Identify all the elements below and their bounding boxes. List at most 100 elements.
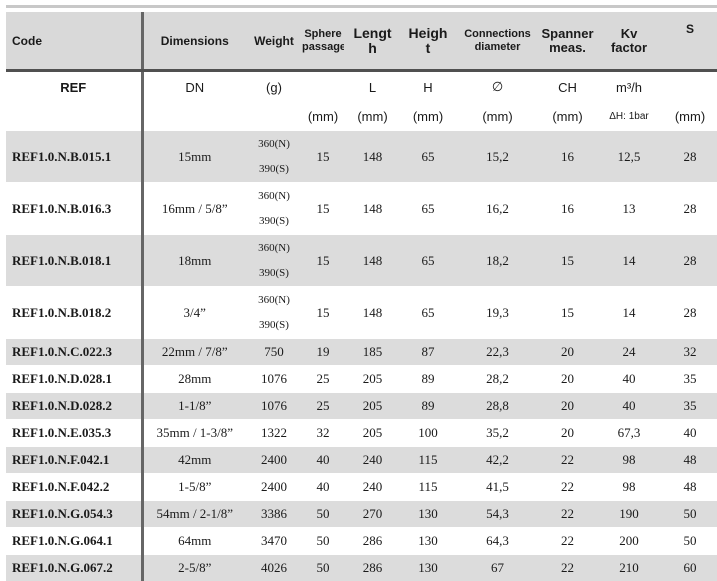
cell-s: 35 xyxy=(663,393,717,420)
cell-weight-s: 390(S) xyxy=(246,157,302,182)
cell-conn: 28,8 xyxy=(455,393,540,420)
unit-height: (mm) xyxy=(401,102,455,131)
cell-s: 50 xyxy=(663,501,717,528)
cell-weight-s: 390(S) xyxy=(246,261,302,286)
cell-length: 148 xyxy=(344,183,401,235)
cell-spanner: 22 xyxy=(540,474,595,501)
cell-height: 65 xyxy=(401,235,455,287)
table-row: REF1.0.N.E.035.335mm / 1-3/8”13223220510… xyxy=(6,420,717,447)
cell-kv: 67,3 xyxy=(595,420,663,447)
cell-kv: 98 xyxy=(595,447,663,474)
cell-dim: 18mm xyxy=(142,235,246,287)
cell-conn: 64,3 xyxy=(455,528,540,555)
cell-weight: 360(N)390(S) xyxy=(246,235,302,287)
cell-s: 48 xyxy=(663,474,717,501)
cell-conn: 67 xyxy=(455,555,540,581)
unit-code xyxy=(6,102,142,131)
cell-length: 286 xyxy=(344,528,401,555)
cell-dim: 2-5/8” xyxy=(142,555,246,581)
cell-conn: 16,2 xyxy=(455,183,540,235)
cell-weight: 2400 xyxy=(246,474,302,501)
cell-sphere: 25 xyxy=(302,366,344,393)
cell-dim: 64mm xyxy=(142,528,246,555)
cell-conn: 42,2 xyxy=(455,447,540,474)
cell-dim: 16mm / 5/8” xyxy=(142,183,246,235)
cell-code: REF1.0.N.D.028.1 xyxy=(6,366,142,393)
cell-weight: 1322 xyxy=(246,420,302,447)
cell-length: 240 xyxy=(344,447,401,474)
cell-weight: 360(N)390(S) xyxy=(246,131,302,183)
spec-table: Code Dimensions Weight Spherepassage Len… xyxy=(6,12,717,581)
cell-sphere: 15 xyxy=(302,183,344,235)
cell-kv: 40 xyxy=(595,366,663,393)
cell-sphere: 40 xyxy=(302,474,344,501)
cell-kv: 13 xyxy=(595,183,663,235)
cell-height: 87 xyxy=(401,339,455,366)
cell-dim: 15mm xyxy=(142,131,246,183)
cell-code: REF1.0.N.D.028.2 xyxy=(6,393,142,420)
cell-kv: 40 xyxy=(595,393,663,420)
cell-code: REF1.0.N.B.016.3 xyxy=(6,183,142,235)
cell-s: 35 xyxy=(663,366,717,393)
cell-s: 48 xyxy=(663,447,717,474)
cell-code: REF1.0.N.B.018.2 xyxy=(6,287,142,339)
cell-height: 100 xyxy=(401,420,455,447)
cell-weight-n: 360(N) xyxy=(246,288,302,313)
col-header-length: Length xyxy=(344,12,401,69)
cell-weight-n: 360(N) xyxy=(246,184,302,209)
cell-height: 130 xyxy=(401,528,455,555)
cell-sphere: 50 xyxy=(302,555,344,581)
unit-g xyxy=(246,102,302,131)
cell-spanner: 15 xyxy=(540,235,595,287)
table-row: REF1.0.N.C.022.322mm / 7/8”750191858722,… xyxy=(6,339,717,366)
cell-sphere: 15 xyxy=(302,287,344,339)
cell-length: 240 xyxy=(344,474,401,501)
cell-length: 148 xyxy=(344,235,401,287)
cell-s: 32 xyxy=(663,339,717,366)
cell-s: 28 xyxy=(663,183,717,235)
cell-height: 65 xyxy=(401,183,455,235)
cell-code: REF1.0.N.C.022.3 xyxy=(6,339,142,366)
symbol-s xyxy=(663,72,717,102)
cell-conn: 15,2 xyxy=(455,131,540,183)
table-row: REF1.0.N.G.067.22-5/8”402650286130672221… xyxy=(6,555,717,581)
cell-conn: 22,3 xyxy=(455,339,540,366)
cell-spanner: 22 xyxy=(540,528,595,555)
cell-weight: 750 xyxy=(246,339,302,366)
cell-sphere: 50 xyxy=(302,501,344,528)
cell-dim: 1-1/8” xyxy=(142,393,246,420)
cell-conn: 35,2 xyxy=(455,420,540,447)
cell-kv: 14 xyxy=(595,235,663,287)
cell-conn: 41,5 xyxy=(455,474,540,501)
col-header-weight: Weight xyxy=(246,12,302,69)
table-row: REF1.0.N.B.018.118mm360(N)390(S)15148651… xyxy=(6,235,717,287)
cell-code: REF1.0.N.F.042.1 xyxy=(6,447,142,474)
cell-height: 115 xyxy=(401,447,455,474)
cell-conn: 28,2 xyxy=(455,366,540,393)
cell-sphere: 40 xyxy=(302,447,344,474)
cell-weight-s: 390(S) xyxy=(246,313,302,338)
col-header-sphere: Spherepassage xyxy=(302,12,344,69)
cell-code: REF1.0.N.B.015.1 xyxy=(6,131,142,183)
symbol-diameter: ∅ xyxy=(455,72,540,102)
table-row: REF1.0.N.B.018.23/4”360(N)390(S)15148651… xyxy=(6,287,717,339)
cell-kv: 200 xyxy=(595,528,663,555)
cell-dim: 42mm xyxy=(142,447,246,474)
table-row: REF1.0.N.F.042.142mm24004024011542,22298… xyxy=(6,447,717,474)
col-header-code: Code xyxy=(6,12,142,69)
cell-length: 148 xyxy=(344,131,401,183)
table-row: REF1.0.N.D.028.128mm1076252058928,220403… xyxy=(6,366,717,393)
cell-s: 50 xyxy=(663,528,717,555)
cell-sphere: 15 xyxy=(302,131,344,183)
cell-height: 89 xyxy=(401,366,455,393)
cell-weight: 1076 xyxy=(246,366,302,393)
table-row: REF1.0.N.B.015.115mm360(N)390(S)15148651… xyxy=(6,131,717,183)
cell-length: 270 xyxy=(344,501,401,528)
cell-sphere: 19 xyxy=(302,339,344,366)
table-row: REF1.0.N.D.028.21-1/8”1076252058928,8204… xyxy=(6,393,717,420)
cell-spanner: 22 xyxy=(540,501,595,528)
unit-connections: (mm) xyxy=(455,102,540,131)
cell-spanner: 20 xyxy=(540,366,595,393)
cell-dim: 28mm xyxy=(142,366,246,393)
unit-length: (mm) xyxy=(344,102,401,131)
